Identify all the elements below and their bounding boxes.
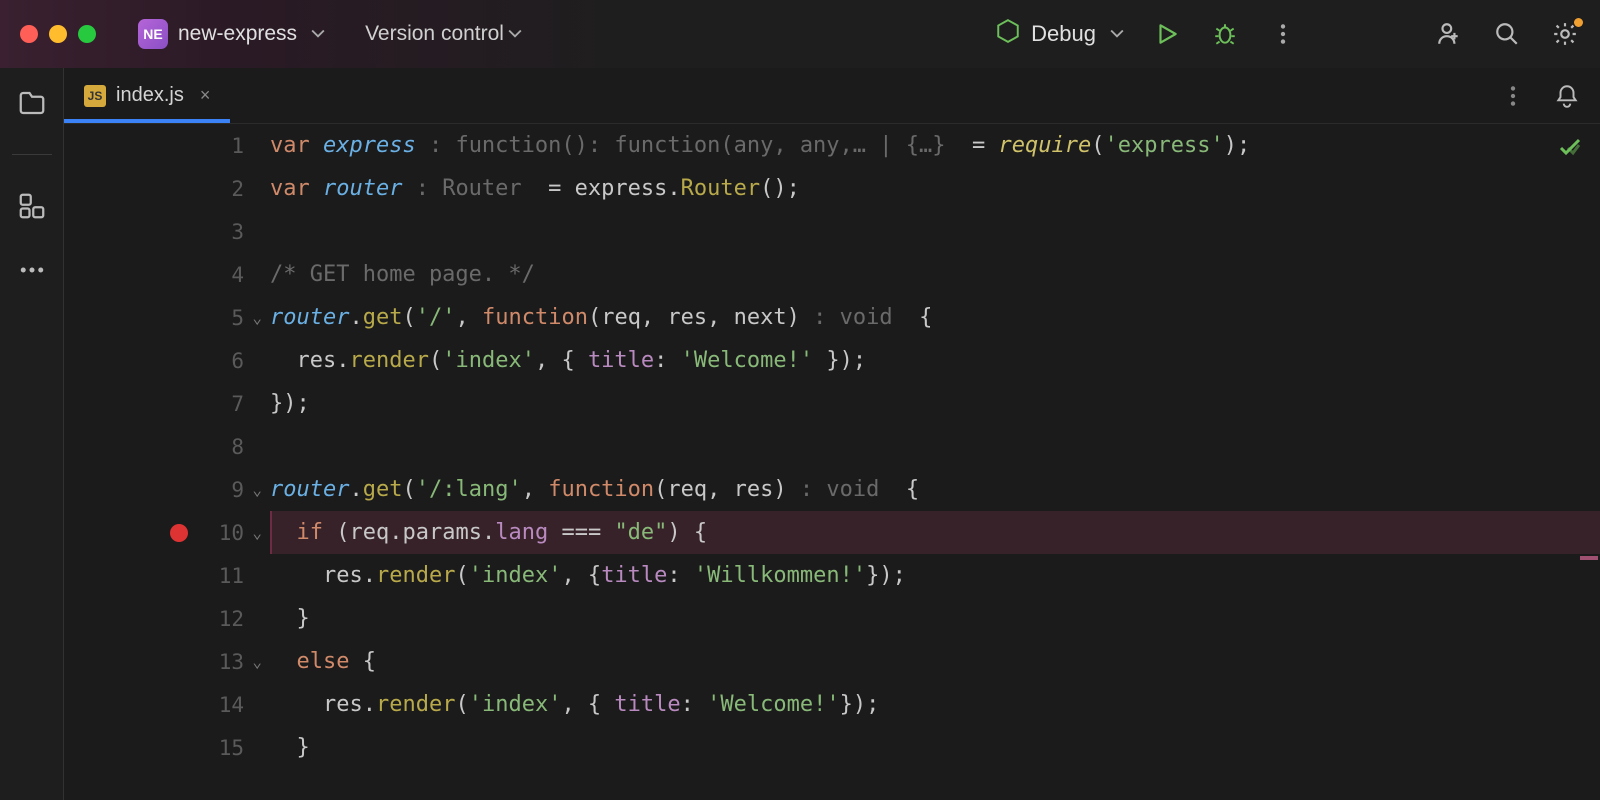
project-icon: NE <box>138 19 168 49</box>
fold-icon[interactable]: ⌄ <box>252 480 262 499</box>
code-line: /* GET home page. */ <box>270 253 1600 296</box>
code-with-me-button[interactable] <box>1434 19 1464 49</box>
run-config-name: Debug <box>1031 21 1096 47</box>
line-number: 15 <box>219 736 244 760</box>
code-line: var express : function(): function(any, … <box>270 124 1600 167</box>
line-number: 11 <box>219 564 244 588</box>
run-button[interactable] <box>1152 19 1182 49</box>
notifications-button[interactable] <box>1552 81 1582 111</box>
code-line: }); <box>270 382 1600 425</box>
tab-index-js[interactable]: JS index.js × <box>64 68 230 123</box>
tab-actions-button[interactable] <box>1498 81 1528 111</box>
maximize-window-icon[interactable] <box>78 25 96 43</box>
fold-icon[interactable]: ⌄ <box>252 652 262 671</box>
code-line: res.render('index', { title: 'Welcome!' … <box>270 339 1600 382</box>
code-line: res.render('index', { title: 'Welcome!'}… <box>270 683 1600 726</box>
more-tool-button[interactable] <box>15 253 49 287</box>
search-button[interactable] <box>1492 19 1522 49</box>
line-number: 9 <box>231 478 244 502</box>
line-number: 12 <box>219 607 244 631</box>
code-line: } <box>270 726 1600 769</box>
version-control-label: Version control <box>365 22 504 46</box>
project-selector[interactable]: NE new-express <box>126 13 337 55</box>
javascript-file-icon: JS <box>84 85 106 107</box>
inspection-ok-icon[interactable] <box>1558 132 1582 175</box>
line-number: 3 <box>231 220 244 244</box>
line-number: 8 <box>231 435 244 459</box>
project-name: new-express <box>178 22 297 46</box>
code-line: else { <box>270 640 1600 683</box>
line-number: 5 <box>231 306 244 330</box>
left-rail <box>0 68 64 800</box>
title-bar: NE new-express Version control Debug <box>0 0 1600 68</box>
code-line: res.render('index', {title: 'Willkommen!… <box>270 554 1600 597</box>
code-line <box>270 425 1600 468</box>
chevron-down-icon <box>311 27 325 41</box>
line-number: 4 <box>231 263 244 287</box>
window-controls <box>20 25 96 43</box>
debug-button[interactable] <box>1210 19 1240 49</box>
breakpoint-icon[interactable] <box>170 524 188 542</box>
code-line: } <box>270 597 1600 640</box>
run-config-selector[interactable]: Debug <box>995 18 1124 50</box>
line-number: 1 <box>231 134 244 158</box>
minimize-window-icon[interactable] <box>49 25 67 43</box>
code-line: var router : Router = express.Router(); <box>270 167 1600 210</box>
nodejs-icon <box>995 18 1021 50</box>
code-line: router.get('/', function(req, res, next)… <box>270 296 1600 339</box>
editor-area: JS index.js × 1 2 3 4 ⌄5 6 7 8 ⌄9 ⌄10 1 <box>64 68 1600 800</box>
code-line: router.get('/:lang', function(req, res) … <box>270 468 1600 511</box>
tab-filename: index.js <box>116 84 184 107</box>
version-control-menu[interactable]: Version control <box>365 22 522 46</box>
fold-icon[interactable]: ⌄ <box>252 523 262 542</box>
chevron-down-icon <box>508 27 522 41</box>
code-line-current: if (req.params.lang === "de") { <box>270 511 1600 554</box>
scrollbar-marker <box>1580 556 1598 560</box>
line-number: 13 <box>219 650 244 674</box>
code-line <box>270 210 1600 253</box>
gutter[interactable]: 1 2 3 4 ⌄ 5 6 7 8 ⌄ 9 ⌄ 10 11 12 ⌄ 13 14 15 <box>64 124 264 800</box>
close-tab-icon[interactable]: × <box>200 85 211 106</box>
settings-button[interactable] <box>1550 19 1580 49</box>
line-number: 14 <box>219 693 244 717</box>
close-window-icon[interactable] <box>20 25 38 43</box>
fold-icon[interactable]: ⌄ <box>252 308 262 327</box>
line-number: 10 <box>219 521 244 545</box>
chevron-down-icon <box>1110 27 1124 41</box>
line-number: 7 <box>231 392 244 416</box>
editor-tabs: JS index.js × <box>64 68 1600 124</box>
more-actions-button[interactable] <box>1268 19 1298 49</box>
structure-tool-button[interactable] <box>15 189 49 223</box>
line-number: 2 <box>231 177 244 201</box>
project-tool-button[interactable] <box>15 86 49 120</box>
line-number: 6 <box>231 349 244 373</box>
code-editor[interactable]: 1 2 3 4 ⌄5 6 7 8 ⌄9 ⌄10 11 12 ⌄13 14 15 … <box>64 124 1600 800</box>
code-content[interactable]: var express : function(): function(any, … <box>264 124 1600 800</box>
